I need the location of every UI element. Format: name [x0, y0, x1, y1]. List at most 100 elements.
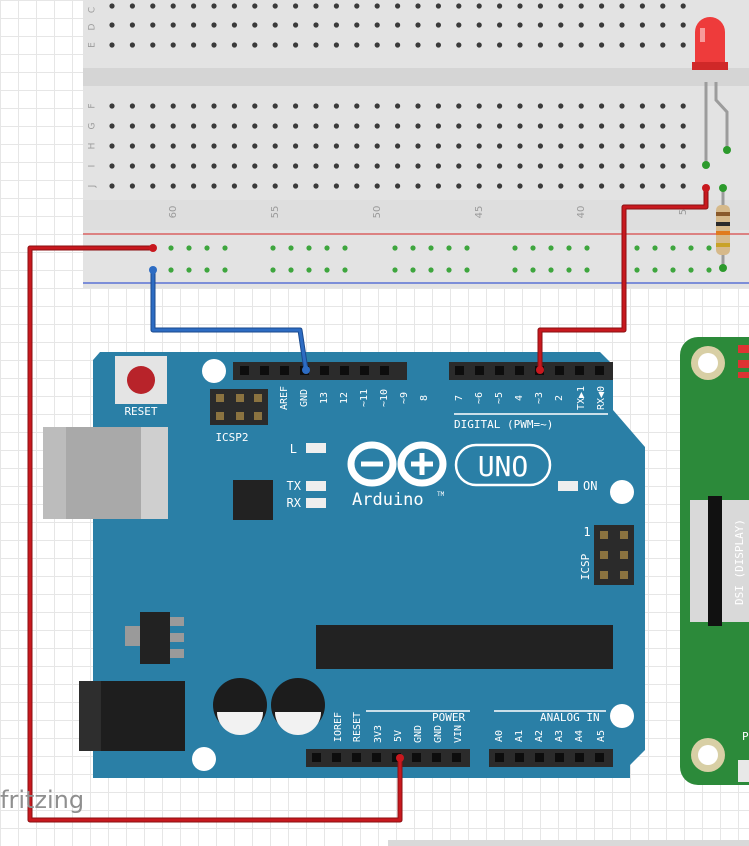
- breadboard-hole: [150, 143, 156, 149]
- breadboard-hole: [537, 103, 544, 109]
- breadboard-hole: [639, 123, 646, 129]
- led-rx-label: RX: [287, 496, 302, 510]
- pin-label: ~6: [474, 392, 485, 404]
- analog-header-label: ANALOG IN: [540, 711, 600, 724]
- breadboard-hole: [374, 103, 380, 109]
- header-socket: [332, 753, 341, 762]
- breadboard-hole: [129, 103, 135, 109]
- rail-hole: [428, 245, 434, 251]
- breadboard-hole: [599, 163, 605, 169]
- rail-hole: [410, 245, 416, 251]
- pin-label: 2: [554, 395, 565, 401]
- breadboard-hole: [497, 22, 503, 28]
- rail-hole: [706, 245, 712, 251]
- breadboard-hole: [558, 3, 564, 9]
- rail-hole: [288, 245, 294, 251]
- breadboard-hole: [578, 22, 584, 28]
- rail-hole: [512, 245, 518, 251]
- breadboard-hole: [191, 22, 197, 28]
- led-on-indicator: [558, 481, 578, 491]
- breadboard-hole: [680, 42, 686, 48]
- breadboard-hole: [170, 103, 176, 109]
- pin-label: ~10: [379, 389, 390, 407]
- row-letter-e: E: [88, 42, 98, 48]
- header-socket: [352, 753, 361, 762]
- on-label: ON: [583, 479, 597, 493]
- led-rx-indicator: [306, 498, 326, 508]
- rail-hole: [392, 245, 398, 251]
- pin-label: VIN: [453, 725, 464, 743]
- breadboard-hole: [435, 123, 441, 129]
- breadboard-hole: [354, 42, 360, 48]
- header-socket: [312, 753, 321, 762]
- pin-label: IOREF: [333, 712, 344, 742]
- breadboard-hole: [354, 143, 360, 149]
- breadboard-hole: [395, 143, 401, 149]
- pin-label: A1: [514, 730, 525, 742]
- breadboard-hole: [313, 143, 319, 149]
- breadboard-hole: [354, 183, 360, 189]
- led-tx-label: TX: [287, 479, 302, 493]
- breadboard-hole: [374, 3, 380, 9]
- rail-hole: [530, 245, 536, 251]
- breadboard-hole: [150, 22, 156, 28]
- breadboard-hole: [252, 103, 258, 109]
- breadboard-hole: [150, 103, 156, 109]
- breadboard-hole: [435, 183, 441, 189]
- breadboard-hole: [129, 123, 135, 129]
- rail-hole: [670, 267, 676, 273]
- breadboard-hole: [599, 123, 605, 129]
- breadboard-hole: [619, 22, 625, 28]
- rail-hole: [530, 267, 536, 273]
- dsi-display-label: DSI (DISPLAY): [733, 519, 746, 605]
- breadboard-hole: [293, 143, 299, 149]
- breadboard-hole: [660, 3, 666, 9]
- breadboard-hole: [109, 143, 115, 149]
- breadboard-hole: [660, 123, 666, 129]
- header-socket: [260, 366, 269, 375]
- breadboard-hole: [619, 123, 625, 129]
- breadboard-hole: [272, 163, 278, 169]
- breadboard-hole: [374, 143, 380, 149]
- breadboard-hole: [537, 123, 544, 129]
- breadboard-hole: [415, 103, 421, 109]
- pin-label: A0: [494, 730, 505, 742]
- breadboard-hole: [150, 183, 156, 189]
- circuit-diagram: C D E F G H I J 60 55 50 45 40 5 DSI (DI…: [27, 0, 749, 846]
- row-letter-g: G: [88, 122, 98, 129]
- row-letter-j: J: [88, 185, 98, 189]
- breadboard-hole: [354, 123, 360, 129]
- rail-hole: [222, 267, 228, 273]
- breadboard-hole: [354, 163, 360, 169]
- breadboard-hole: [639, 103, 646, 109]
- microcontroller-chip: [316, 625, 613, 669]
- breadboard-hole: [497, 143, 503, 149]
- rail-hole: [270, 245, 276, 251]
- breadboard-hole: [150, 163, 156, 169]
- rail-hole: [670, 245, 676, 251]
- led-l-indicator: [306, 443, 326, 453]
- breadboard-hole: [395, 183, 401, 189]
- rail-hole: [566, 267, 572, 273]
- row-letter-f: F: [88, 103, 98, 108]
- header-socket: [495, 753, 504, 762]
- pin-label: RESET: [352, 712, 363, 742]
- pi-board: DSI (DISPLAY) P: [680, 337, 749, 785]
- breadboard-hole: [354, 103, 360, 109]
- rail-hole: [186, 267, 192, 273]
- breadboard-hole: [639, 42, 646, 48]
- brand-trademark: TM: [437, 491, 445, 498]
- breadboard-hole: [333, 3, 339, 9]
- header-socket: [515, 366, 524, 375]
- breadboard-hole: [435, 103, 441, 109]
- rail-hole: [306, 267, 312, 273]
- breadboard-hole: [456, 183, 462, 189]
- breadboard-hole: [639, 3, 646, 9]
- header-socket: [240, 366, 249, 375]
- breadboard-hole: [639, 163, 646, 169]
- breadboard-hole: [231, 123, 237, 129]
- breadboard-hole: [578, 42, 584, 48]
- breadboard-hole: [211, 103, 217, 109]
- header-socket: [452, 753, 461, 762]
- breadboard-hole: [211, 3, 217, 9]
